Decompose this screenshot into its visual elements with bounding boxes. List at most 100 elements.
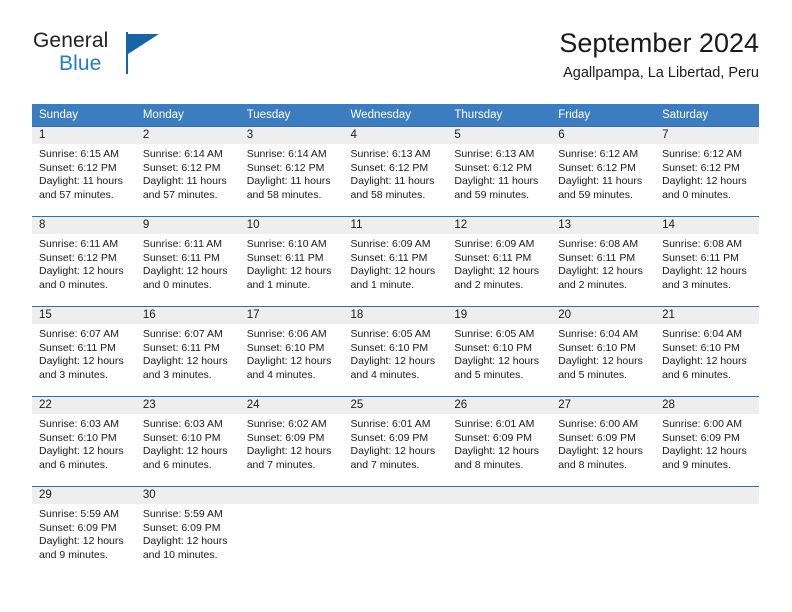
day-number: 7 — [655, 127, 759, 144]
day-number: 19 — [447, 307, 552, 324]
calendar-body: 1 Sunrise: 6:15 AM Sunset: 6:12 PM Daylight… — [32, 126, 759, 573]
day-cell[interactable]: 14 Sunrise: 6:08 AM Sunset: 6:11 PM Dayligh… — [655, 216, 759, 307]
calendar-table: Sunday Monday Tuesday Wednesday Thursday… — [32, 104, 759, 573]
weekday-header-tuesday: Tuesday — [239, 104, 344, 127]
day-cell[interactable]: 21 Sunrise: 6:04 AM Sunset: 6:10 PM Dayligh… — [655, 306, 759, 397]
day-cell[interactable]: 3 Sunrise: 6:14 AM Sunset: 6:12 PM Daylight… — [239, 126, 344, 217]
day-number: 13 — [551, 217, 656, 234]
day-cell[interactable]: 18 Sunrise: 6:05 AM Sunset: 6:10 PM Dayligh… — [343, 306, 448, 397]
brand-name-blue: Blue — [59, 52, 102, 75]
sunrise-text: Sunrise: 6:03 AM — [39, 418, 119, 430]
brand-logo[interactable]: General Blue — [32, 28, 252, 86]
sunset-text: Sunset: 6:09 PM — [350, 431, 429, 444]
day-number: 8 — [32, 217, 136, 234]
sunset-text: Sunset: 6:12 PM — [39, 161, 117, 174]
day-cell[interactable]: 2 Sunrise: 6:14 AM Sunset: 6:12 PM Daylight… — [135, 126, 240, 217]
daylight-text: Daylight: 12 hours and 9 minutes. — [39, 535, 124, 562]
sunrise-text: Sunrise: 6:11 AM — [142, 238, 223, 250]
day-cell[interactable]: 5 Sunrise: 6:13 AM Sunset: 6:12 PM Daylight… — [447, 126, 552, 217]
day-cell[interactable]: 13 Sunrise: 6:08 AM Sunset: 6:11 PM Dayligh… — [551, 216, 656, 307]
calendar-header-row: Sunday Monday Tuesday Wednesday Thursday… — [32, 104, 759, 127]
day-number: 4 — [343, 127, 448, 144]
day-cell-empty — [551, 486, 656, 573]
day-number: 14 — [655, 217, 759, 234]
day-cell[interactable]: 10 Sunrise: 6:10 AM Sunset: 6:11 PM Dayligh… — [239, 216, 344, 307]
weekday-header-friday: Friday — [551, 104, 656, 127]
daylight-text: Daylight: 11 hours and 58 minutes. — [350, 175, 435, 202]
daylight-text: Daylight: 12 hours and 6 minutes. — [662, 355, 747, 382]
brand-name-general: General — [33, 29, 109, 52]
daylight-text: Daylight: 12 hours and 1 minute. — [350, 265, 436, 292]
sunrise-text: Sunrise: 6:06 AM — [246, 328, 327, 340]
day-number: 30 — [135, 487, 240, 504]
sunset-text: Sunset: 6:12 PM — [662, 161, 740, 174]
day-cell[interactable]: 4 Sunrise: 6:13 AM Sunset: 6:12 PM Daylight… — [343, 126, 448, 217]
sunset-text: Sunset: 6:09 PM — [39, 521, 117, 534]
day-cell[interactable]: 19 Sunrise: 6:05 AM Sunset: 6:10 PM Dayligh… — [447, 306, 552, 397]
weekday-header-saturday: Saturday — [655, 104, 759, 127]
daylight-text: Daylight: 12 hours and 0 minutes. — [142, 265, 228, 292]
day-number: 20 — [551, 307, 656, 324]
day-cell[interactable]: 24 Sunrise: 6:02 AM Sunset: 6:09 PM Dayligh… — [239, 396, 344, 487]
day-cell[interactable]: 15 Sunrise: 6:07 AM Sunset: 6:11 PM Dayligh… — [32, 306, 136, 397]
day-cell[interactable]: 9 Sunrise: 6:11 AM Sunset: 6:11 PM Daylight… — [135, 216, 240, 307]
sunrise-text: Sunrise: 6:03 AM — [142, 418, 223, 430]
day-number: 21 — [655, 307, 759, 324]
daylight-text: Daylight: 12 hours and 6 minutes. — [39, 445, 124, 472]
sunset-text: Sunset: 6:09 PM — [246, 431, 325, 444]
sunrise-text: Sunrise: 6:09 AM — [454, 238, 535, 250]
sunset-text: Sunset: 6:09 PM — [558, 431, 636, 444]
day-cell[interactable]: 8 Sunrise: 6:11 AM Sunset: 6:12 PM Daylight… — [32, 216, 136, 307]
sunrise-text: Sunrise: 6:13 AM — [454, 148, 535, 160]
day-number: 24 — [239, 397, 344, 414]
daylight-text: Daylight: 12 hours and 10 minutes. — [142, 535, 228, 562]
day-cell[interactable]: 12 Sunrise: 6:09 AM Sunset: 6:11 PM Dayligh… — [447, 216, 552, 307]
day-cell[interactable]: 7 Sunrise: 6:12 AM Sunset: 6:12 PM Daylight… — [655, 126, 759, 217]
day-cell[interactable]: 1 Sunrise: 6:15 AM Sunset: 6:12 PM Daylight… — [32, 126, 136, 217]
daylight-text: Daylight: 11 hours and 57 minutes. — [39, 175, 123, 202]
daylight-text: Daylight: 12 hours and 9 minutes. — [662, 445, 747, 472]
daylight-text: Daylight: 12 hours and 1 minute. — [246, 265, 332, 292]
sunrise-text: Sunrise: 5:59 AM — [142, 508, 223, 520]
daylight-text: Daylight: 12 hours and 3 minutes. — [39, 355, 124, 382]
sunset-text: Sunset: 6:12 PM — [350, 161, 429, 174]
day-number: 3 — [239, 127, 344, 144]
day-cell[interactable]: 17 Sunrise: 6:06 AM Sunset: 6:10 PM Dayligh… — [239, 306, 344, 397]
daylight-text: Daylight: 12 hours and 2 minutes. — [454, 265, 540, 292]
triangle-flag-icon — [128, 34, 159, 54]
daylight-text: Daylight: 12 hours and 4 minutes. — [350, 355, 436, 382]
day-cell[interactable]: 16 Sunrise: 6:07 AM Sunset: 6:11 PM Dayligh… — [135, 306, 240, 397]
day-cell[interactable]: 25 Sunrise: 6:01 AM Sunset: 6:09 PM Dayligh… — [343, 396, 448, 487]
day-cell[interactable]: 30 Sunrise: 5:59 AM Sunset: 6:09 PM Dayligh… — [135, 486, 240, 573]
daylight-text: Daylight: 12 hours and 7 minutes. — [350, 445, 436, 472]
day-number: 6 — [551, 127, 656, 144]
daylight-text: Daylight: 11 hours and 59 minutes. — [558, 175, 643, 202]
day-cell-empty — [239, 486, 344, 573]
day-cell[interactable]: 11 Sunrise: 6:09 AM Sunset: 6:11 PM Dayligh… — [343, 216, 448, 307]
day-number: 26 — [447, 397, 552, 414]
day-cell[interactable]: 23 Sunrise: 6:03 AM Sunset: 6:10 PM Dayligh… — [135, 396, 240, 487]
page-subtitle: Agallpampa, La Libertad, Peru — [563, 65, 759, 82]
sunrise-text: Sunrise: 6:14 AM — [246, 148, 327, 160]
sunrise-text: Sunrise: 6:00 AM — [662, 418, 743, 430]
sunset-text: Sunset: 6:12 PM — [246, 161, 325, 174]
daylight-text: Daylight: 12 hours and 7 minutes. — [246, 445, 332, 472]
day-cell[interactable]: 29 Sunrise: 5:59 AM Sunset: 6:09 PM Dayligh… — [32, 486, 136, 573]
sunrise-text: Sunrise: 6:12 AM — [662, 148, 743, 160]
day-cell[interactable]: 20 Sunrise: 6:04 AM Sunset: 6:10 PM Dayligh… — [551, 306, 656, 397]
daylight-text: Daylight: 12 hours and 8 minutes. — [454, 445, 540, 472]
page-title: September 2024 — [559, 28, 759, 58]
day-cell[interactable]: 6 Sunrise: 6:12 AM Sunset: 6:12 PM Daylight… — [551, 126, 656, 217]
day-cell[interactable]: 28 Sunrise: 6:00 AM Sunset: 6:09 PM Dayligh… — [655, 396, 759, 487]
day-number — [447, 487, 552, 504]
day-number: 12 — [447, 217, 552, 234]
day-cell[interactable]: 27 Sunrise: 6:00 AM Sunset: 6:09 PM Dayligh… — [551, 396, 656, 487]
day-cell[interactable]: 26 Sunrise: 6:01 AM Sunset: 6:09 PM Dayligh… — [447, 396, 552, 487]
sunset-text: Sunset: 6:09 PM — [454, 431, 533, 444]
daylight-text: Daylight: 11 hours and 57 minutes. — [142, 175, 227, 202]
sunset-text: Sunset: 6:10 PM — [246, 341, 325, 354]
daylight-text: Daylight: 12 hours and 6 minutes. — [142, 445, 228, 472]
sunrise-text: Sunrise: 6:01 AM — [454, 418, 535, 430]
daylight-text: Daylight: 12 hours and 0 minutes. — [39, 265, 124, 292]
day-cell[interactable]: 22 Sunrise: 6:03 AM Sunset: 6:10 PM Dayligh… — [32, 396, 136, 487]
